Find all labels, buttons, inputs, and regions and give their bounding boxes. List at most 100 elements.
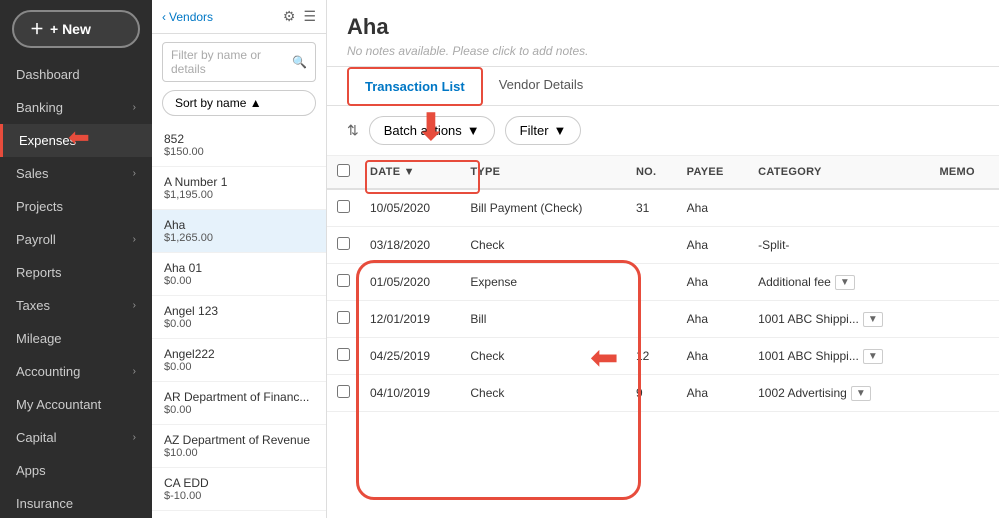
vendor-item-aha[interactable]: Aha $1,265.00 — [152, 210, 326, 253]
no-column-header[interactable]: NO. — [626, 156, 677, 189]
category-column-header[interactable]: CATEGORY — [748, 156, 929, 189]
chevron-down-icon: ▼ — [554, 123, 567, 138]
vendor-item-angel222[interactable]: Angel222 $0.00 — [152, 339, 326, 382]
sort-icon[interactable]: ⇅ — [347, 122, 359, 139]
date-cell: 04/10/2019 — [360, 375, 460, 412]
vendors-back-link[interactable]: ‹ Vendors — [162, 10, 213, 24]
type-cell: Bill Payment (Check) — [460, 189, 626, 227]
vendor-panel-header: ‹ Vendors ⚙ ☰ — [152, 0, 326, 34]
chevron-left-icon: ‹ — [162, 10, 166, 24]
filter-button[interactable]: Filter ▼ — [505, 116, 582, 145]
transaction-table-container: DATE ▼ TYPE NO. PAYEE CATEGORY — [327, 156, 999, 518]
vendor-search-input[interactable]: Filter by name or details 🔍 — [162, 42, 316, 82]
sidebar-item-payroll[interactable]: Payroll › — [0, 223, 152, 256]
type-column-header[interactable]: TYPE — [460, 156, 626, 189]
memo-column-header[interactable]: MEMO — [929, 156, 999, 189]
table-row: 12/01/2019 Bill Aha 1001 ABC Shippi... ▼ — [327, 301, 999, 338]
vendor-item-ar-dept[interactable]: AR Department of Financ... $0.00 — [152, 382, 326, 425]
vendor-item-angel-123[interactable]: Angel 123 $0.00 — [152, 296, 326, 339]
no-cell: 31 — [626, 189, 677, 227]
row-checkbox[interactable] — [337, 237, 350, 250]
sidebar-item-sales[interactable]: Sales › — [0, 157, 152, 190]
tabs-bar: Transaction List Vendor Details — [327, 67, 999, 106]
payee-cell: Aha — [677, 375, 748, 412]
search-icon: 🔍 — [292, 55, 307, 69]
chevron-right-icon: › — [133, 168, 136, 179]
vendor-item-ca-edd[interactable]: CA EDD $-10.00 — [152, 468, 326, 511]
settings-icon[interactable]: ⚙ — [283, 8, 296, 25]
table-row: 03/18/2020 Check Aha -Split- — [327, 227, 999, 264]
table-row: 04/25/2019 Check 12 Aha 1001 ABC Shippi.… — [327, 338, 999, 375]
row-checkbox[interactable] — [337, 200, 350, 213]
sidebar-item-banking[interactable]: Banking › — [0, 91, 152, 124]
category-cell: 1002 Advertising ▼ — [748, 375, 929, 412]
vendor-item-852[interactable]: 852 $150.00 — [152, 124, 326, 167]
category-dropdown[interactable]: ▼ — [851, 386, 871, 401]
type-cell: Check — [460, 338, 626, 375]
payee-cell: Aha — [677, 264, 748, 301]
vendor-item-az-dept[interactable]: AZ Department of Revenue $10.00 — [152, 425, 326, 468]
row-checkbox[interactable] — [337, 348, 350, 361]
list-icon[interactable]: ☰ — [303, 8, 316, 25]
batch-actions-button[interactable]: Batch actions ▼ — [369, 116, 495, 145]
tab-vendor-details[interactable]: Vendor Details — [483, 67, 600, 106]
chevron-right-icon: › — [133, 432, 136, 443]
date-cell: 01/05/2020 — [360, 264, 460, 301]
sidebar-item-projects[interactable]: Projects — [0, 190, 152, 223]
tab-transaction-list[interactable]: Transaction List — [347, 67, 483, 106]
sidebar-item-dashboard[interactable]: Dashboard — [0, 58, 152, 91]
vendor-item-aha-01[interactable]: Aha 01 $0.00 — [152, 253, 326, 296]
notes-text[interactable]: No notes available. Please click to add … — [347, 44, 979, 58]
date-cell: 12/01/2019 — [360, 301, 460, 338]
main-content: Aha No notes available. Please click to … — [327, 0, 999, 518]
sort-by-name-button[interactable]: Sort by name ▲ — [162, 90, 316, 116]
memo-cell — [929, 264, 999, 301]
category-dropdown[interactable]: ▼ — [863, 312, 883, 327]
sidebar-item-taxes[interactable]: Taxes › — [0, 289, 152, 322]
sidebar-item-my-accountant[interactable]: My Accountant — [0, 388, 152, 421]
no-cell — [626, 301, 677, 338]
row-checkbox[interactable] — [337, 274, 350, 287]
category-cell: 1001 ABC Shippi... ▼ — [748, 301, 929, 338]
date-cell: 10/05/2020 — [360, 189, 460, 227]
sidebar-item-accounting[interactable]: Accounting › — [0, 355, 152, 388]
row-checkbox[interactable] — [337, 311, 350, 324]
select-all-header[interactable] — [327, 156, 360, 189]
category-cell: Additional fee ▼ — [748, 264, 929, 301]
payee-column-header[interactable]: PAYEE — [677, 156, 748, 189]
type-cell: Bill — [460, 301, 626, 338]
category-cell — [748, 189, 929, 227]
memo-cell — [929, 375, 999, 412]
no-cell: 12 — [626, 338, 677, 375]
date-column-header[interactable]: DATE ▼ — [360, 156, 460, 189]
main-header: Aha No notes available. Please click to … — [327, 0, 999, 67]
chevron-down-icon: ▼ — [467, 123, 480, 138]
sidebar-item-capital[interactable]: Capital › — [0, 421, 152, 454]
category-dropdown[interactable]: ▼ — [863, 349, 883, 364]
payee-cell: Aha — [677, 338, 748, 375]
table-row: 04/10/2019 Check 9 Aha 1002 Advertising … — [327, 375, 999, 412]
chevron-right-icon: › — [133, 366, 136, 377]
sidebar-item-apps[interactable]: Apps — [0, 454, 152, 487]
vendor-list: 852 $150.00 A Number 1 $1,195.00 Aha $1,… — [152, 124, 326, 518]
category-dropdown[interactable]: ▼ — [835, 275, 855, 290]
select-all-checkbox[interactable] — [337, 164, 350, 177]
new-button[interactable]: ＋ + New — [12, 10, 140, 48]
vendor-item-cars-r-us[interactable]: Cars R Us $-2,530.00 — [152, 511, 326, 518]
vendor-panel: ‹ Vendors ⚙ ☰ Filter by name or details … — [152, 0, 327, 518]
type-cell: Check — [460, 227, 626, 264]
sidebar-item-mileage[interactable]: Mileage — [0, 322, 152, 355]
type-cell: Check — [460, 375, 626, 412]
sidebar-item-expenses[interactable]: Expenses — [0, 124, 152, 157]
page-title: Aha — [347, 14, 979, 40]
payee-cell: Aha — [677, 227, 748, 264]
table-row: 01/05/2020 Expense Aha Additional fee ▼ — [327, 264, 999, 301]
sidebar-item-insurance[interactable]: Insurance — [0, 487, 152, 518]
row-checkbox[interactable] — [337, 385, 350, 398]
payee-cell: Aha — [677, 301, 748, 338]
chevron-right-icon: › — [133, 234, 136, 245]
vendor-item-a-number-1[interactable]: A Number 1 $1,195.00 — [152, 167, 326, 210]
no-cell — [626, 264, 677, 301]
sidebar-item-reports[interactable]: Reports — [0, 256, 152, 289]
toolbar: ⇅ Batch actions ▼ Filter ▼ — [327, 106, 999, 156]
